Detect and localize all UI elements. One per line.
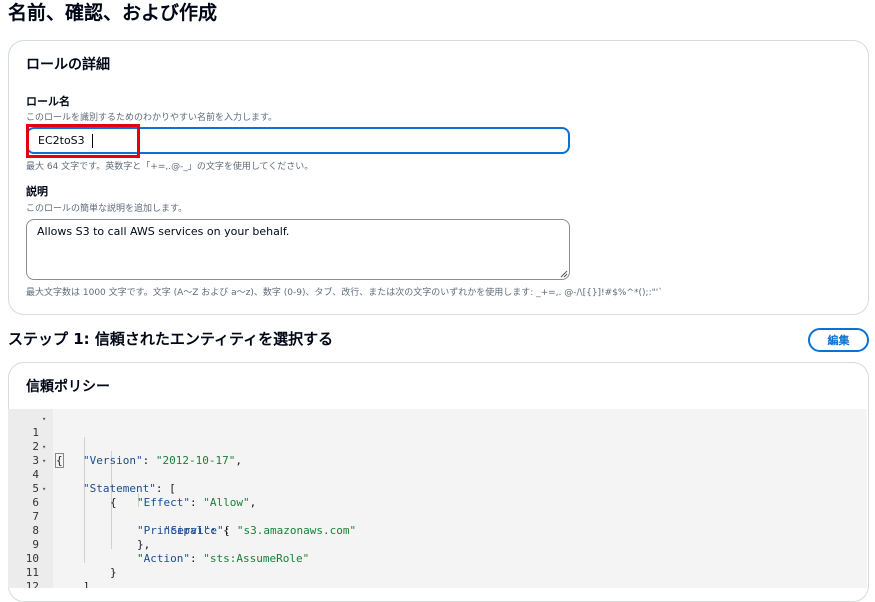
description-textarea[interactable]: Allows S3 to call AWS services on your b…	[26, 219, 570, 280]
fold-arrow-icon[interactable]: ▾	[42, 482, 46, 496]
code-token: ]	[83, 580, 90, 588]
code-line: 4 ▾ {	[8, 454, 867, 509]
code-line: 12 }	[8, 566, 867, 588]
role-name-label: ロール名	[26, 95, 70, 108]
role-name-constraint: 最大 64 文字です。英数字と「+=,.@-_」の文字を使用してください。	[26, 162, 314, 172]
resize-handle-icon[interactable]	[560, 270, 568, 278]
description-constraint: 最大文字数は 1000 文字です。文字 (A〜Z および a〜z)、数字 (0-…	[26, 288, 663, 298]
description-label: 説明	[26, 185, 48, 198]
line-number: 12	[25, 580, 39, 588]
code-line: 11 ]	[8, 552, 867, 588]
code-line: 1 ▾ {	[8, 412, 867, 468]
page-title: 名前、確認、および作成	[8, 2, 218, 24]
code-line: 2 "Version": "2012-10-17",	[8, 426, 867, 467]
fold-arrow-icon[interactable]: ▾	[42, 412, 46, 426]
role-details-title: ロールの詳細	[26, 57, 110, 73]
code-line: 3 ▾ "Statement": [	[8, 440, 867, 495]
description-help: このロールの簡単な説明を追加します。	[26, 204, 188, 214]
code-line: 5 "Effect": "Allow",	[8, 468, 867, 509]
text-caret	[92, 134, 93, 148]
code-line: 10 }	[8, 538, 867, 579]
code-line: 6 ▾ "Principal": {	[8, 482, 867, 537]
fold-arrow-icon[interactable]: ▾	[42, 454, 46, 468]
role-name-description: このロールを識別するためのわかりやすい名前を入力します。	[26, 113, 278, 123]
edit-button[interactable]: 編集	[808, 328, 869, 352]
step1-heading: ステップ 1: 信頼されたエンティティを選択する	[8, 330, 334, 348]
trust-policy-title: 信頼ポリシー	[26, 379, 110, 395]
code-line: 7 "Service": "s3.amazonaws.com"	[8, 496, 867, 537]
code-line: 8 },	[8, 510, 867, 551]
role-details-card: ロールの詳細 ロール名 このロールを識別するためのわかりやすい名前を入力します。…	[8, 40, 869, 315]
fold-arrow-icon[interactable]: ▾	[42, 440, 46, 454]
code-editor[interactable]: 1 ▾ { 2 "Version": "2012-10-17", 3 ▾ "St…	[8, 409, 867, 588]
code-line: 9 "Action": "sts:AssumeRole"	[8, 524, 867, 565]
role-name-input[interactable]	[26, 127, 570, 154]
